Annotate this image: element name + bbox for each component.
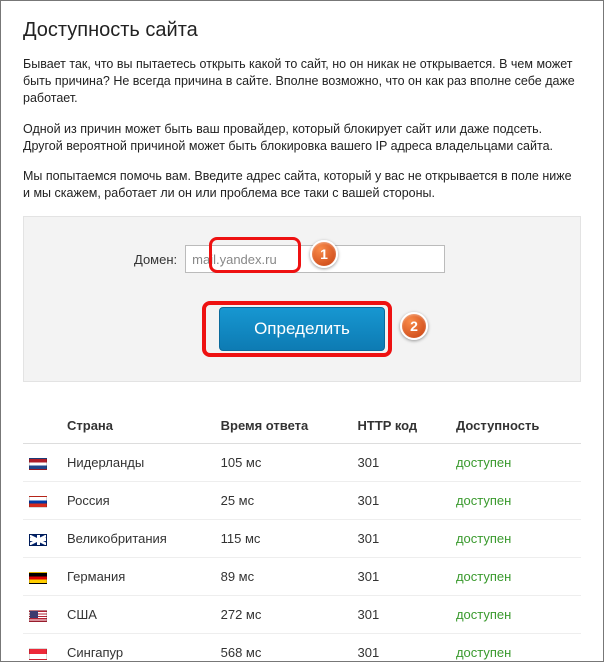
cell-http: 301	[352, 520, 450, 558]
cell-http: 301	[352, 634, 450, 662]
intro-paragraph-2: Одной из причин может быть ваш провайдер…	[23, 121, 581, 155]
col-flag	[23, 408, 61, 444]
cell-availability: доступен	[450, 482, 581, 520]
table-row: Нидерланды105 мс301доступен	[23, 444, 581, 482]
cell-http: 301	[352, 558, 450, 596]
cell-response: 115 мс	[215, 520, 352, 558]
cell-country: Германия	[61, 558, 215, 596]
cell-flag	[23, 596, 61, 634]
cell-country: Великобритания	[61, 520, 215, 558]
cell-availability: доступен	[450, 520, 581, 558]
cell-flag	[23, 520, 61, 558]
annotation-badge-2: 2	[400, 312, 428, 340]
cell-availability: доступен	[450, 596, 581, 634]
cell-country: Россия	[61, 482, 215, 520]
page-frame: Доступность сайта Бывает так, что вы пыт…	[0, 0, 604, 662]
cell-flag	[23, 558, 61, 596]
col-http: HTTP код	[352, 408, 450, 444]
cell-response: 105 мс	[215, 444, 352, 482]
col-response: Время ответа	[215, 408, 352, 444]
annotation-badge-1: 1	[310, 240, 338, 268]
cell-response: 272 мс	[215, 596, 352, 634]
cell-flag	[23, 634, 61, 662]
cell-flag	[23, 482, 61, 520]
cell-response: 89 мс	[215, 558, 352, 596]
cell-response: 25 мс	[215, 482, 352, 520]
cell-availability: доступен	[450, 558, 581, 596]
flag-icon	[29, 610, 47, 622]
submit-button[interactable]: Определить	[219, 307, 385, 351]
page-title: Доступность сайта	[23, 19, 581, 42]
flag-icon	[29, 496, 47, 508]
cell-http: 301	[352, 444, 450, 482]
check-form: Домен: Определить 1 2	[23, 216, 581, 382]
cell-country: Нидерланды	[61, 444, 215, 482]
flag-icon	[29, 458, 47, 470]
cell-response: 568 мс	[215, 634, 352, 662]
cell-flag	[23, 444, 61, 482]
flag-icon	[29, 534, 47, 546]
table-row: Сингапур568 мс301доступен	[23, 634, 581, 662]
cell-availability: доступен	[450, 634, 581, 662]
results-table: Страна Время ответа HTTP код Доступность…	[23, 408, 581, 662]
cell-country: Сингапур	[61, 634, 215, 662]
cell-http: 301	[352, 482, 450, 520]
intro-paragraph-3: Мы попытаемся помочь вам. Введите адрес …	[23, 168, 581, 202]
table-row: Великобритания115 мс301доступен	[23, 520, 581, 558]
col-country: Страна	[61, 408, 215, 444]
flag-icon	[29, 648, 47, 660]
table-header-row: Страна Время ответа HTTP код Доступность	[23, 408, 581, 444]
flag-icon	[29, 572, 47, 584]
col-avail: Доступность	[450, 408, 581, 444]
intro-paragraph-1: Бывает так, что вы пытаетесь открыть как…	[23, 56, 581, 107]
table-row: Россия25 мс301доступен	[23, 482, 581, 520]
table-row: США272 мс301доступен	[23, 596, 581, 634]
cell-country: США	[61, 596, 215, 634]
cell-availability: доступен	[450, 444, 581, 482]
cell-http: 301	[352, 596, 450, 634]
table-row: Германия89 мс301доступен	[23, 558, 581, 596]
domain-label: Домен:	[134, 252, 177, 267]
